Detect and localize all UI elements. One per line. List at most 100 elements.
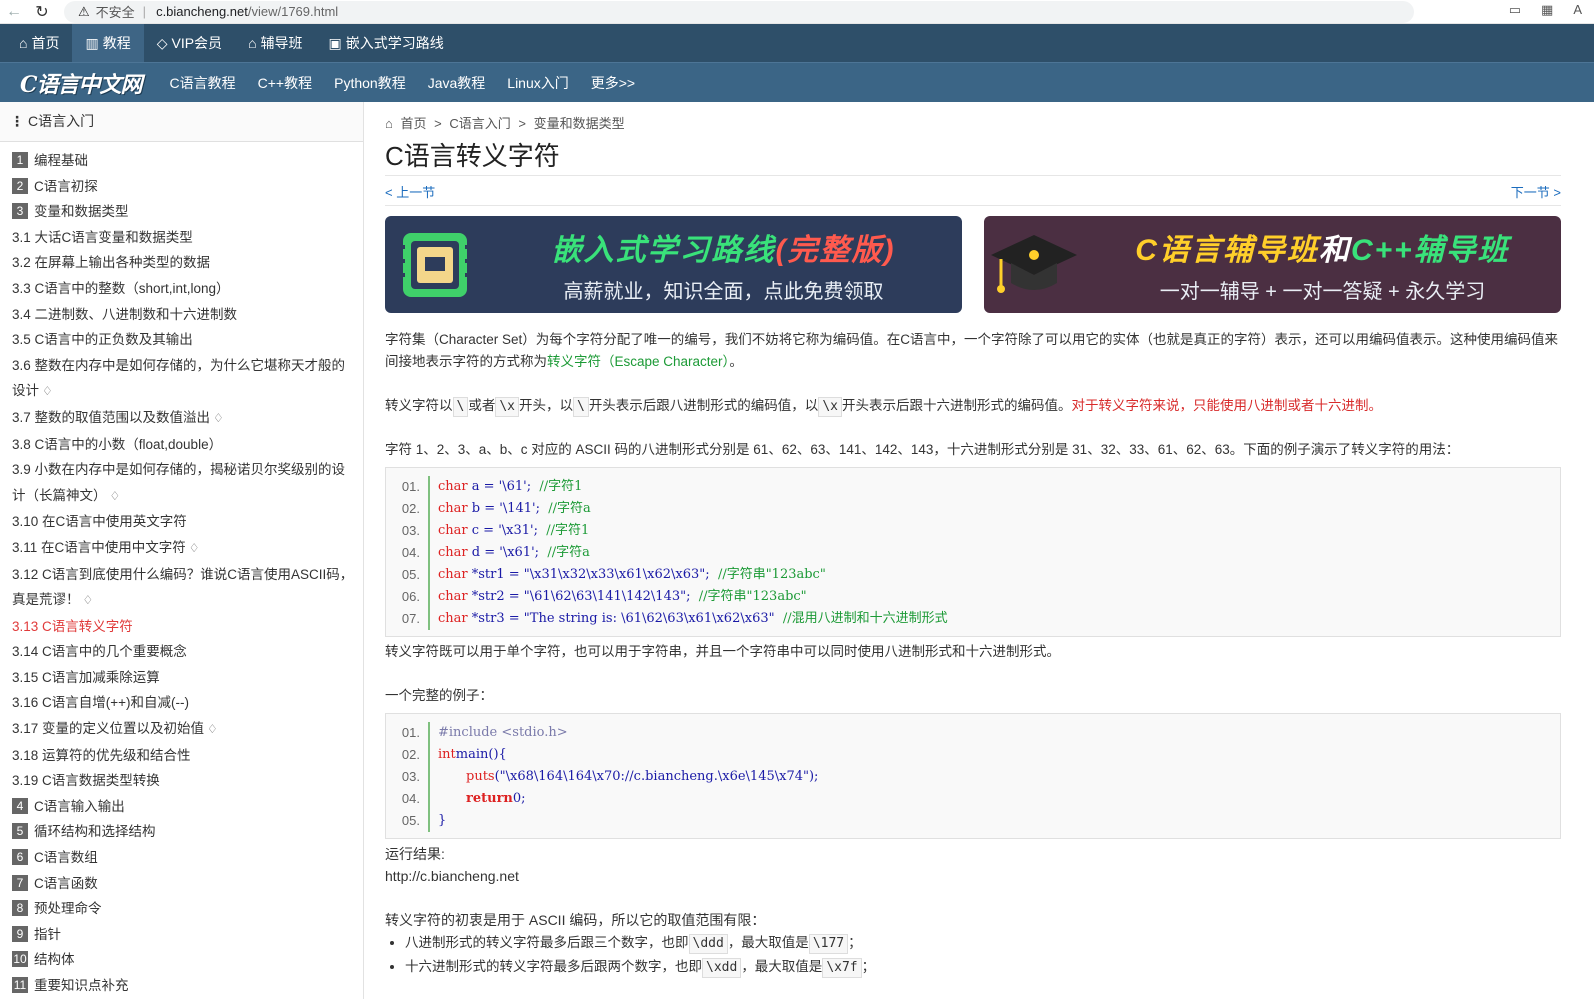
prefix-paragraph: 转义字符以 \ 或者 \x 开头，以 \ 开头表示后跟八进制形式的编码值，以 \x 开头表示后跟… xyxy=(385,395,1561,417)
vip-diamond-icon: ♢ xyxy=(109,488,121,503)
sidebar-item-label: 3.3 C语言中的整数（short,int,long） xyxy=(12,280,230,296)
subnav-item-0[interactable]: C语言教程 xyxy=(170,75,236,91)
sidebar-item[interactable]: 11 重要知识点补充 xyxy=(12,973,363,999)
sidebar-item[interactable]: 10 结构体 xyxy=(12,947,363,973)
sidebar-item[interactable]: 3.19 C语言数据类型转换 xyxy=(12,768,363,794)
sidebar-item[interactable]: 8 预处理命令 xyxy=(12,896,363,922)
usage-paragraph: 转义字符既可以用于单个字符，也可以用于字符串，并且一个字符串中可以同时使用八进制… xyxy=(385,644,1060,659)
chapter-number-badge: 4 xyxy=(12,797,28,814)
subnav-item-2[interactable]: Python教程 xyxy=(334,75,406,91)
address-bar[interactable]: ⚠ 不安全 | c.biancheng.net/view/1769.html xyxy=(64,0,1414,23)
chapter-number-badge: 7 xyxy=(12,874,28,891)
sidebar-item[interactable]: 4 C语言输入输出 xyxy=(12,794,363,820)
sidebar-item[interactable]: 3.13 C语言转义字符 xyxy=(12,614,363,640)
topnav-item-0[interactable]: ⌂ 首页 xyxy=(6,24,72,62)
sidebar-item-label: 3.17 变量的定义位置以及初始值 xyxy=(12,721,205,737)
sidebar-item-label: 3.15 C语言加减乘除运算 xyxy=(12,669,160,685)
sidebar-item[interactable]: 3.1 大话C语言变量和数据类型 xyxy=(12,225,363,251)
sidebar-item[interactable]: 3.10 在C语言中使用英文字符 xyxy=(12,509,363,535)
topnav-item-2[interactable]: ◇ VIP会员 xyxy=(144,24,235,62)
sidebar-item-label: C语言初探 xyxy=(34,178,98,194)
breadcrumb-section[interactable]: C语言入门 xyxy=(449,116,510,131)
sidebar-item[interactable]: 5 循环结构和选择结构 xyxy=(12,819,363,845)
code-line: 02. char b = '\141'; //字符a xyxy=(386,498,1560,520)
range-paragraph: 转义字符的初衷是用于 ASCII 编码，所以它的取值范围有限： xyxy=(385,912,766,928)
home-icon: ⌂ xyxy=(385,116,393,131)
back-icon[interactable]: ← xyxy=(0,3,28,21)
sidebar-item-label: C语言输入输出 xyxy=(34,798,125,814)
sidebar-item[interactable]: 3.17 变量的定义位置以及初始值 ♢ xyxy=(12,716,363,743)
sub-nav: C语言中文网 C语言教程 C++教程 Python教程 Java教程 Linux入门 更多… xyxy=(0,62,1594,102)
vip-diamond-icon: ♢ xyxy=(188,540,200,555)
reload-icon[interactable]: ↻ xyxy=(28,2,56,22)
sidebar-item[interactable]: 3.5 C语言中的正负数及其输出 xyxy=(12,327,363,353)
chapter-number-badge: 5 xyxy=(12,823,28,840)
next-link[interactable]: 下一节 > xyxy=(1511,180,1561,205)
route-icon: ▣ xyxy=(328,35,342,51)
subnav-item-1[interactable]: C++教程 xyxy=(258,75,312,91)
sidebar-item[interactable]: 3.6 整数在内存中是如何存储的，为什么它堪称天才般的设计 ♢ xyxy=(12,353,363,405)
sidebar-item[interactable]: 3.3 C语言中的整数（short,int,long） xyxy=(12,276,363,302)
code-line: 02. int main(){ xyxy=(386,744,1560,766)
sidebar-item[interactable]: 3.15 C语言加减乘除运算 xyxy=(12,665,363,691)
subnav-item-5[interactable]: 更多>> xyxy=(591,75,635,91)
sidebar-item[interactable]: 3.8 C语言中的小数（float,double） xyxy=(12,432,363,458)
browser-toolbar: ← ↻ ⚠ 不安全 | c.biancheng.net/view/1769.ht… xyxy=(0,0,1594,24)
sidebar-item[interactable]: 3.2 在屏幕上输出各种类型的数据 xyxy=(12,250,363,276)
font-size-icon[interactable]: A xyxy=(1573,2,1582,18)
code-line: 03. puts ("\x68\164\164\x70://c.biancheng.… xyxy=(386,766,1560,788)
sidebar-item-label: 3.16 C语言自增(++)和自减(--) xyxy=(12,695,190,711)
sidebar-item[interactable]: 3.7 整数的取值范围以及数值溢出 ♢ xyxy=(12,405,363,432)
vip-diamond-icon: ♢ xyxy=(207,722,218,737)
code-line: 05. char *str1 = "\x31\x32\x33\x61\x62\x6… xyxy=(386,564,1560,586)
prev-link[interactable]: < 上一节 xyxy=(385,180,435,205)
sidebar-item[interactable]: 3.18 运算符的优先级和结合性 xyxy=(12,743,363,769)
url-text[interactable]: c.biancheng.net/view/1769.html xyxy=(156,4,338,19)
sidebar-item[interactable]: 2 C语言初探 xyxy=(12,174,363,200)
sidebar-header[interactable]: ⋮ C语言入门 xyxy=(0,102,363,142)
sidebar-item-label: 3.8 C语言中的小数（float,double） xyxy=(12,436,223,452)
sidebar-item[interactable]: 6 C语言数组 xyxy=(12,845,363,871)
sidebar-item[interactable]: 1 编程基础 xyxy=(12,148,363,174)
tutoring-banner[interactable]: C语言辅导班和C++辅导班 一对一辅导 + 一对一答疑 + 永久学习 xyxy=(984,216,1561,313)
grid-icon[interactable]: ▦ xyxy=(1541,2,1553,18)
sidebar-item[interactable]: 3.9 小数在内存中是如何存储的，揭秘诺贝尔奖级别的设计（长篇神文） ♢ xyxy=(12,457,363,509)
site-logo[interactable]: C语言中文网 xyxy=(20,67,143,99)
sidebar-item[interactable]: 9 指针 xyxy=(12,922,363,948)
subnav-item-3[interactable]: Java教程 xyxy=(428,75,486,91)
chapter-number-badge: 11 xyxy=(12,977,28,993)
chapter-number-badge: 10 xyxy=(12,951,28,968)
book-icon: ▥ xyxy=(85,35,99,51)
topnav-item-3[interactable]: ⌂ 辅导班 xyxy=(235,24,315,62)
escape-character-link[interactable]: 转义字符（Escape Character） xyxy=(547,354,729,369)
sidebar-item-label: 重要知识点补充 xyxy=(34,978,129,993)
sidebar-item-label: 3.7 整数的取值范围以及数值溢出 xyxy=(12,409,211,425)
sidebar-item[interactable]: 3 变量和数据类型 xyxy=(12,199,363,225)
reader-mode-icon[interactable]: ▭ xyxy=(1509,2,1521,18)
sidebar-item[interactable]: 3.16 C语言自增(++)和自减(--) xyxy=(12,690,363,716)
sidebar-item[interactable]: 3.12 C语言到底使用什么编码？谁说C语言使用ASCII码，真是荒谬！ ♢ xyxy=(12,562,363,614)
address-separator: | xyxy=(142,4,147,19)
code-line: 01. char a = '\61'; //字符1 xyxy=(386,476,1560,498)
breadcrumb-home[interactable]: 首页 xyxy=(400,116,426,131)
banner2-subtitle: 一对一辅导 + 一对一答疑 + 永久学习 xyxy=(1159,281,1486,303)
sidebar-item-label: 3.5 C语言中的正负数及其输出 xyxy=(12,332,193,348)
subnav-item-4[interactable]: Linux入门 xyxy=(507,75,568,91)
topnav-item-4[interactable]: ▣ 嵌入式学习路线 xyxy=(316,24,457,62)
top-nav: ⌂ 首页 ▥ 教程 ◇ VIP会员 ⌂ 辅导班 ▣ 嵌入式学习路线 xyxy=(0,24,1594,62)
sidebar-item[interactable]: 3.11 在C语言中使用中文字符 ♢ xyxy=(12,535,363,562)
sidebar-item-label: 循环结构和选择结构 xyxy=(34,824,156,840)
range-list: 八进制形式的转义字符最多后跟三个数字，也即\ddd，最大取值是\177； 十六进… xyxy=(385,931,1561,979)
sidebar-item[interactable]: 3.14 C语言中的几个重要概念 xyxy=(12,639,363,665)
sidebar-item[interactable]: 3.4 二进制数、八进制数和十六进制数 xyxy=(12,302,363,328)
breadcrumb-chapter[interactable]: 变量和数据类型 xyxy=(534,116,625,131)
embedded-roadmap-banner[interactable]: 嵌入式学习路线(完整版) 高薪就业，知识全面，点此免费领取 xyxy=(385,216,962,313)
code-block-2: 01. #include <stdio.h> 02. int main(){ 03.… xyxy=(385,713,1561,839)
topnav-item-1[interactable]: ▥ 教程 xyxy=(72,24,144,62)
vip-diamond-icon: ♢ xyxy=(213,410,224,425)
sidebar-item[interactable]: 7 C语言函数 xyxy=(12,871,363,897)
graduation-icon: ⌂ xyxy=(248,35,257,51)
sidebar-item-label: 3.2 在屏幕上输出各种类型的数据 xyxy=(12,255,211,271)
sidebar-item-label: 3.9 小数在内存中是如何存储的，揭秘诺贝尔奖级别的设计（长篇神文） xyxy=(12,462,346,503)
sidebar-item-label: 3.19 C语言数据类型转换 xyxy=(12,773,160,789)
